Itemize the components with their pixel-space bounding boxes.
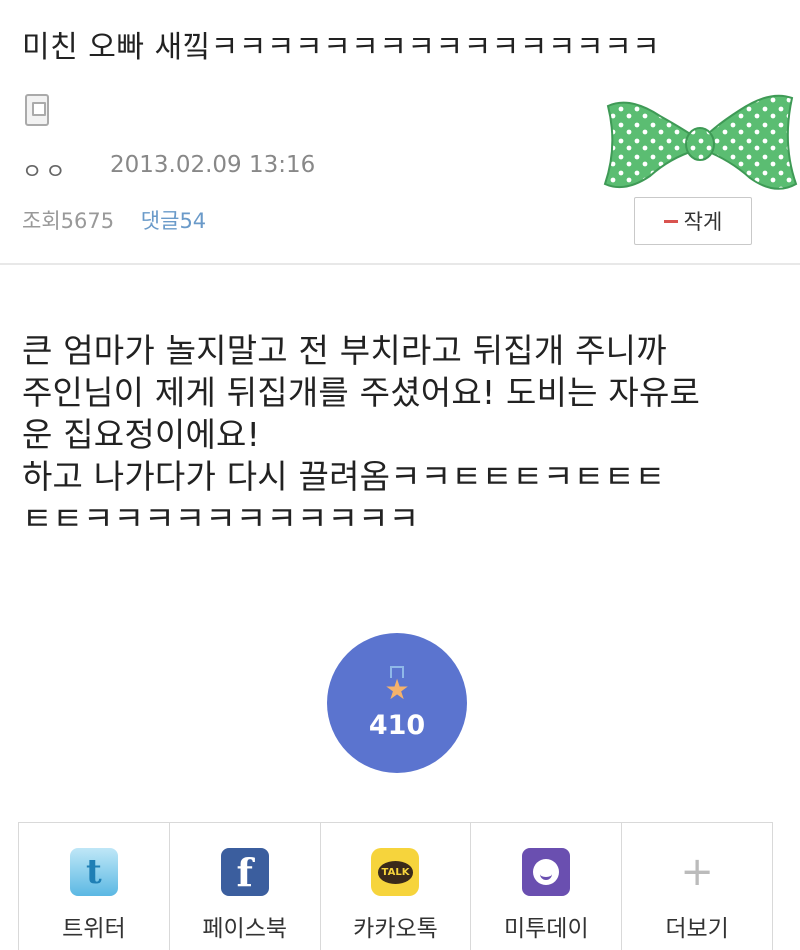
share-twitter-button[interactable]: t 트위터 [19,823,170,950]
comments-label[interactable]: 댓글 [141,209,180,233]
body-line: ㅌㅌㅋㅋㅋㅋㅋㅋㅋㅋㅋㅋㅋ [22,499,420,538]
bowtie-icon [603,94,798,190]
comments-count[interactable]: 54 [179,209,206,233]
share-label: 카카오톡 [353,916,438,942]
twitter-icon: t [69,848,118,896]
share-kakaotalk-button[interactable]: TALK 카카오톡 [321,823,472,950]
body-line: 운 집요정이에요! [22,415,261,454]
post-body: 큰 엄마가 놀지말고 전 부치라고 뒤집개 주니까 주인님이 제게 뒤집개를 주… [22,330,782,540]
facebook-icon: f [220,848,269,896]
post-header: 미친 오빠 새낔ㅋㅋㅋㅋㅋㅋㅋㅋㅋㅋㅋㅋㅋㅋㅋㅋ ㅇㅇ 2013.02.09 1… [0,0,800,265]
recommend-count: 410 [368,709,426,741]
share-bar: t 트위터 f 페이스북 TALK 카카오톡 미투데이 + 더보기 [18,822,773,950]
share-label: 미투데이 [503,916,589,942]
views-count: 5675 [60,209,115,233]
plus-icon: + [680,849,714,895]
share-label: 트위터 [62,916,126,942]
share-facebook-button[interactable]: f 페이스북 [170,823,321,950]
share-more-button[interactable]: + 더보기 [622,823,772,950]
font-size-button-label: 작게 [683,210,723,234]
minus-icon [663,219,678,223]
post-date: 2013.02.09 13:16 [110,152,316,178]
post-page: 미친 오빠 새낔ㅋㅋㅋㅋㅋㅋㅋㅋㅋㅋㅋㅋㅋㅋㅋㅋ ㅇㅇ 2013.02.09 1… [0,0,800,950]
post-title: 미친 오빠 새낔ㅋㅋㅋㅋㅋㅋㅋㅋㅋㅋㅋㅋㅋㅋㅋㅋ [22,30,661,65]
post-stats: 조회5675 댓글54 [22,205,206,235]
font-size-button[interactable]: 작게 [634,197,752,245]
body-line: 하고 나가다가 다시 끌려옴ㅋㅋㅌㅌㅌㅋㅌㅌㅌ [22,457,666,496]
attachment-icon[interactable] [25,94,49,126]
share-label: 페이스북 [202,916,288,942]
star-medal-icon: ★ [384,672,410,706]
body-line: 큰 엄마가 놀지말고 전 부치라고 뒤집개 주니까 [22,331,667,370]
views-label: 조회 [22,209,61,233]
body-line: 주인님이 제게 뒤집개를 주셨어요! 도비는 자유로 [22,373,701,412]
recommend-button[interactable]: ★ 410 [327,633,467,773]
share-me2day-button[interactable]: 미투데이 [471,823,623,950]
me2day-icon [522,848,571,896]
kakaotalk-icon: TALK [371,848,420,896]
author-name[interactable]: ㅇㅇ [22,154,68,186]
share-label: 더보기 [665,916,729,942]
